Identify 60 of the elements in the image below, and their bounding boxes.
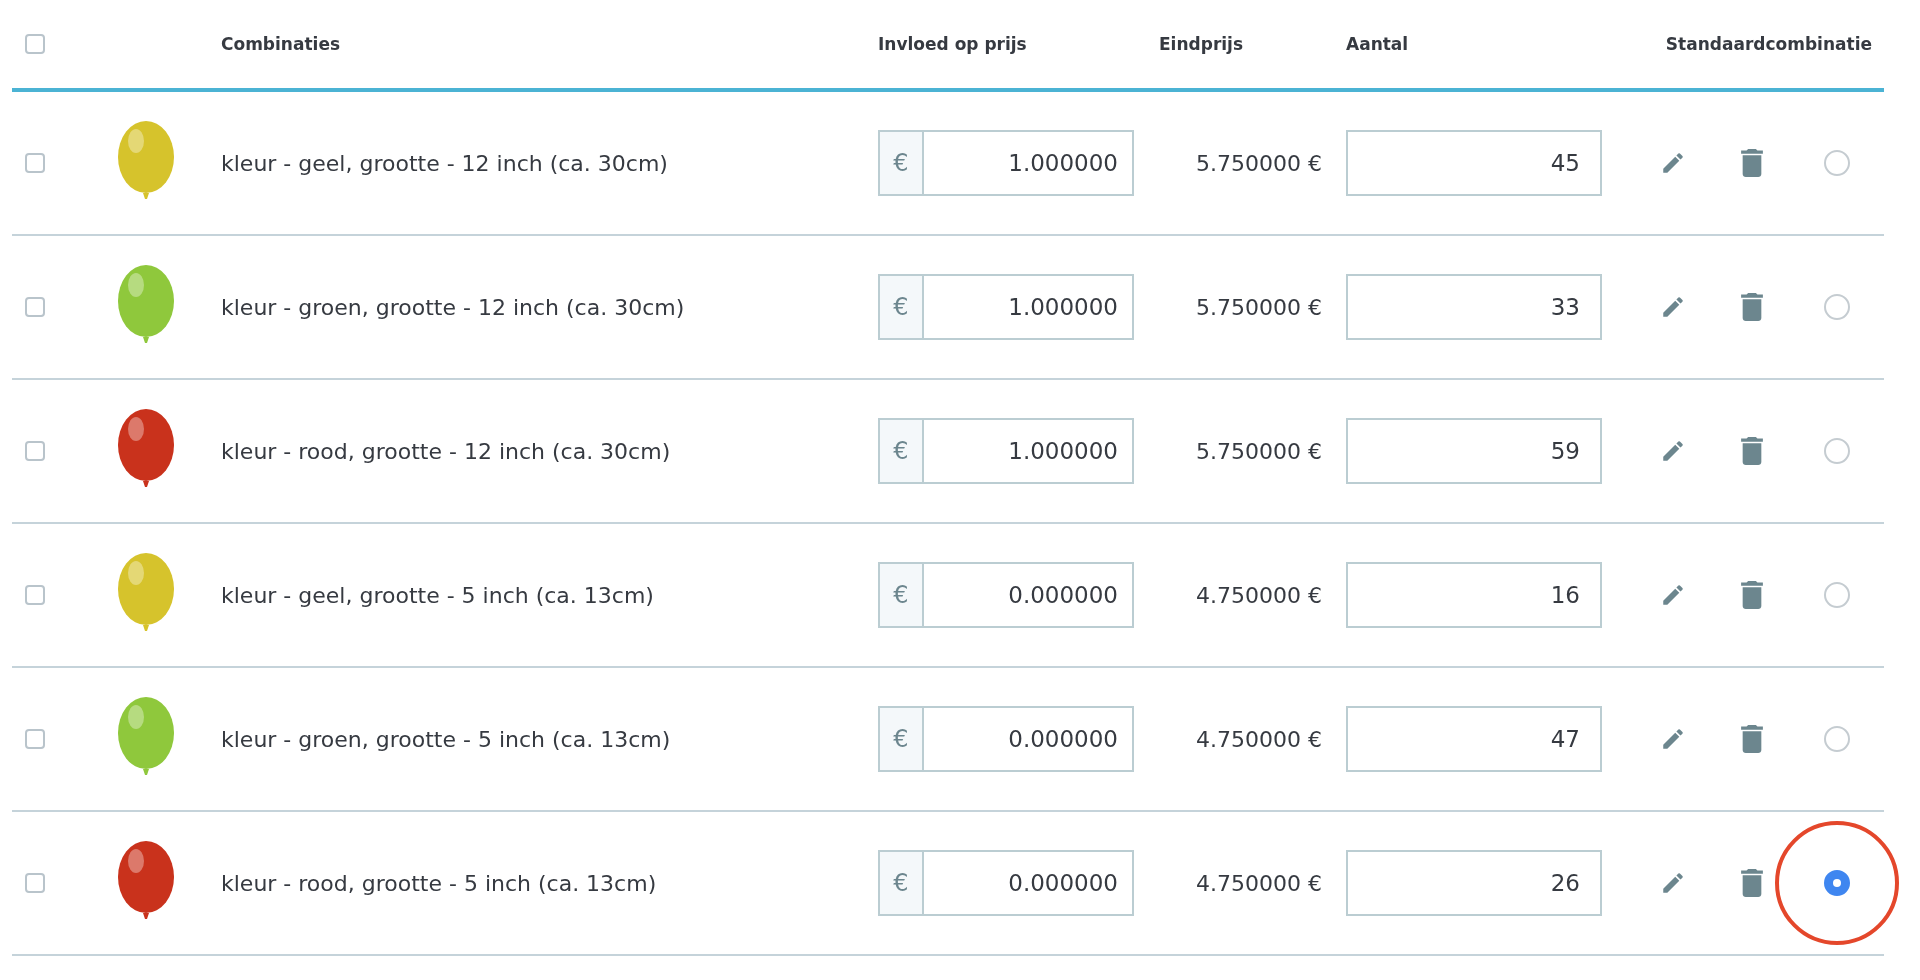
default-radio[interactable] xyxy=(1824,870,1850,896)
price-impact-field[interactable]: 1.000000 xyxy=(924,274,1134,340)
quantity-field[interactable]: 26 xyxy=(1346,850,1602,916)
quantity-field[interactable]: 16 xyxy=(1346,562,1602,628)
quantity-field[interactable]: 47 xyxy=(1346,706,1602,772)
default-radio[interactable] xyxy=(1824,294,1850,320)
quantity-field[interactable]: 59 xyxy=(1346,418,1602,484)
row-checkbox[interactable] xyxy=(25,585,45,605)
final-price: 4.750000 € xyxy=(1196,582,1323,608)
edit-icon[interactable] xyxy=(1660,438,1686,464)
price-impact-field[interactable]: 1.000000 xyxy=(924,418,1134,484)
final-price: 5.750000 € xyxy=(1196,294,1323,320)
column-header: Standaardcombinatie xyxy=(1665,34,1872,54)
quantity-field[interactable]: 33 xyxy=(1346,274,1602,340)
delete-icon[interactable] xyxy=(1741,869,1763,897)
currency-addon: € xyxy=(878,418,924,484)
currency-addon: € xyxy=(878,130,924,196)
currency-addon: € xyxy=(878,706,924,772)
row-checkbox[interactable] xyxy=(25,441,45,461)
row-checkbox[interactable] xyxy=(25,297,45,317)
price-impact-field[interactable]: 0.000000 xyxy=(924,562,1134,628)
combination-name: kleur - rood, grootte - 5 inch (ca. 13cm) xyxy=(221,870,657,896)
price-impact-field[interactable]: 0.000000 xyxy=(924,850,1134,916)
column-header: Invloed op prijs xyxy=(878,34,1027,54)
final-price: 5.750000 € xyxy=(1196,438,1323,464)
delete-icon[interactable] xyxy=(1741,581,1763,609)
delete-icon[interactable] xyxy=(1741,725,1763,753)
delete-icon[interactable] xyxy=(1741,293,1763,321)
combination-name: kleur - geel, grootte - 5 inch (ca. 13cm) xyxy=(221,582,654,608)
combination-name: kleur - groen, grootte - 12 inch (ca. 30cm) xyxy=(221,294,685,320)
currency-addon: € xyxy=(878,850,924,916)
delete-icon[interactable] xyxy=(1741,437,1763,465)
row-checkbox[interactable] xyxy=(25,873,45,893)
edit-icon[interactable] xyxy=(1660,294,1686,320)
column-header: Combinaties xyxy=(221,34,341,54)
edit-icon[interactable] xyxy=(1660,582,1686,608)
column-header: Aantal xyxy=(1346,34,1409,54)
final-price: 5.750000 € xyxy=(1196,150,1323,176)
default-radio[interactable] xyxy=(1824,582,1850,608)
default-radio[interactable] xyxy=(1824,438,1850,464)
currency-addon: € xyxy=(878,562,924,628)
quantity-field[interactable]: 45 xyxy=(1346,130,1602,196)
final-price: 4.750000 € xyxy=(1196,726,1323,752)
edit-icon[interactable] xyxy=(1660,726,1686,752)
row-checkbox[interactable] xyxy=(25,729,45,749)
combination-name: kleur - geel, grootte - 12 inch (ca. 30cm) xyxy=(221,150,668,176)
currency-addon: € xyxy=(878,274,924,340)
column-header: Eindprijs xyxy=(1158,34,1244,54)
default-radio[interactable] xyxy=(1824,150,1850,176)
combination-name: kleur - rood, grootte - 12 inch (ca. 30cm) xyxy=(221,438,671,464)
edit-icon[interactable] xyxy=(1660,150,1686,176)
final-price: 4.750000 € xyxy=(1196,870,1323,896)
delete-icon[interactable] xyxy=(1741,149,1763,177)
default-radio[interactable] xyxy=(1824,726,1850,752)
edit-icon[interactable] xyxy=(1660,870,1686,896)
price-impact-field[interactable]: 0.000000 xyxy=(924,706,1134,772)
select-all-checkbox[interactable] xyxy=(25,34,45,54)
row-checkbox[interactable] xyxy=(25,153,45,173)
price-impact-field[interactable]: 1.000000 xyxy=(924,130,1134,196)
combination-name: kleur - groen, grootte - 5 inch (ca. 13cm) xyxy=(221,726,671,752)
